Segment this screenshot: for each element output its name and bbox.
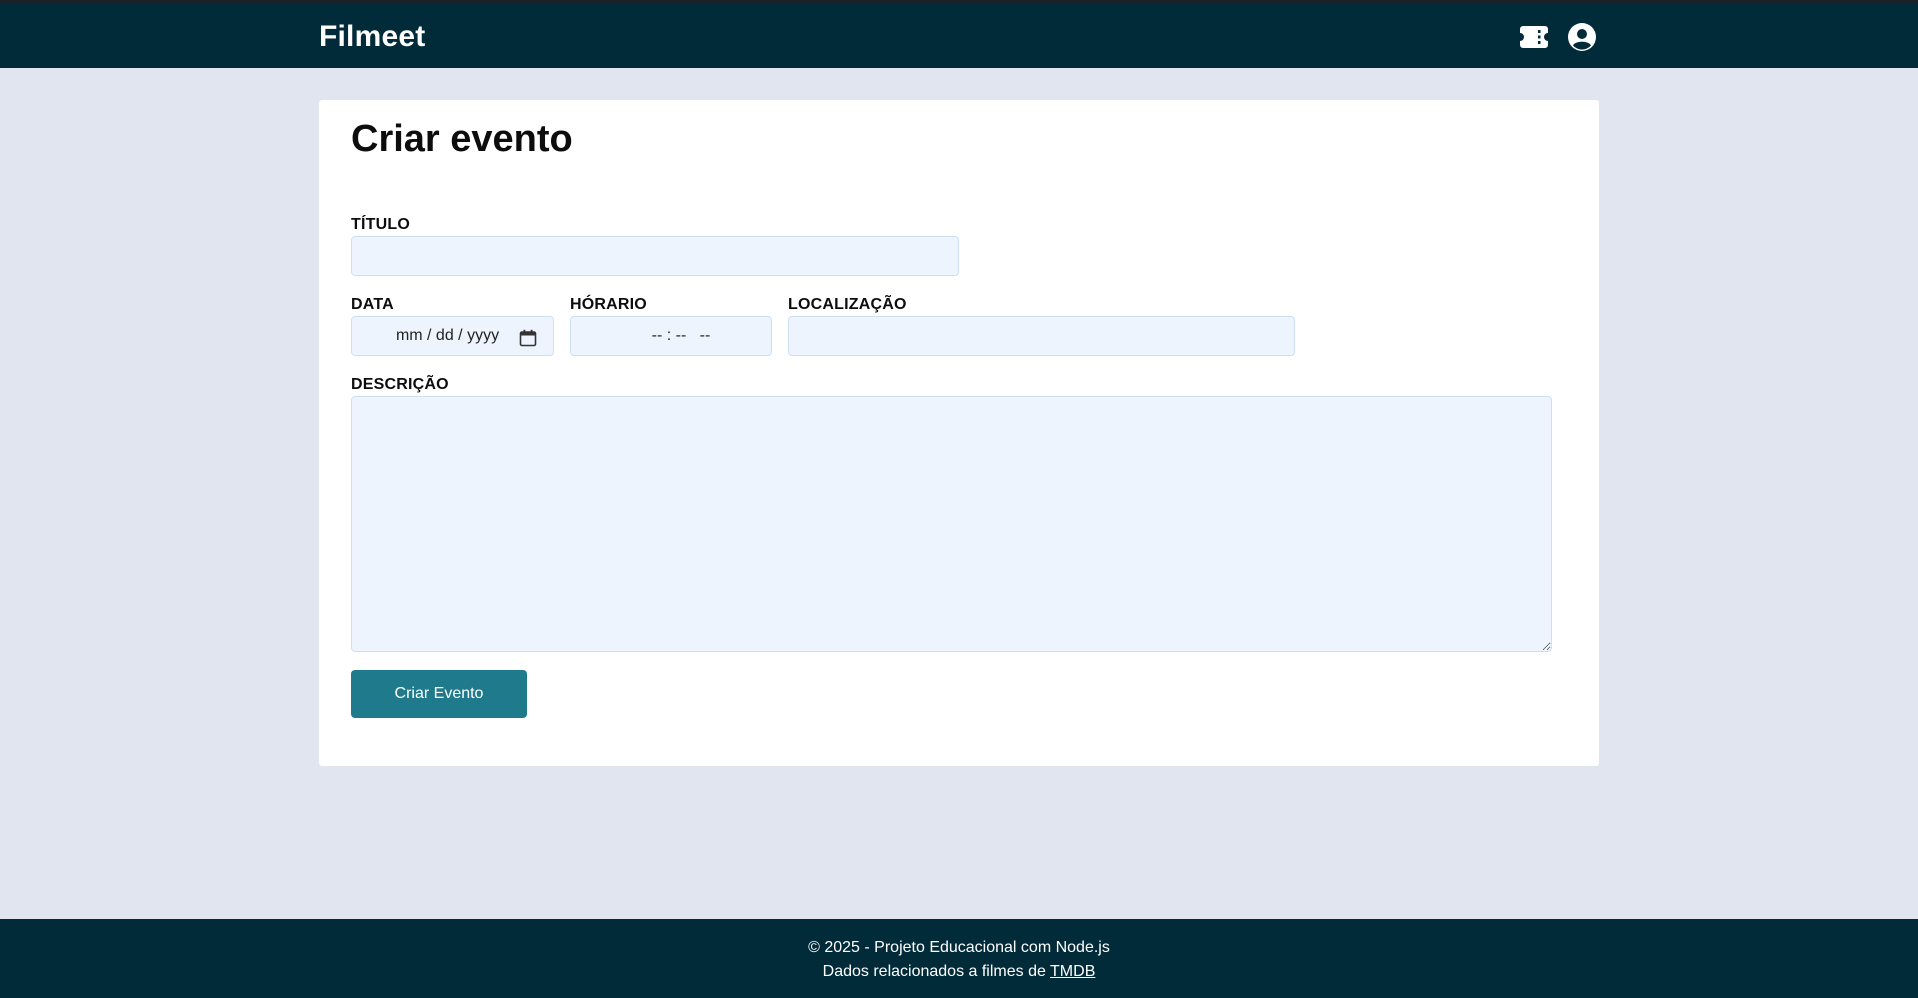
user-circle-icon[interactable] [1567,22,1597,52]
footer: © 2025 - Projeto Educacional com Node.js… [0,919,1918,998]
data-label: DATA [351,296,394,313]
footer-copyright: © 2025 - Projeto Educacional com Node.js [808,939,1110,956]
top-navbar: Filmeet [0,0,1918,68]
page-title: Criar evento [351,118,573,160]
date-placeholder: mm / dd / yyyy [395,327,500,344]
create-event-card: Criar evento TÍTULO DATA mm / dd / yyyy … [319,100,1599,766]
localizacao-input[interactable] [788,316,1295,356]
titulo-label: TÍTULO [351,216,410,233]
criar-evento-button[interactable]: Criar Evento [351,670,527,718]
footer-credits-text: Dados relacionados a filmes de [822,963,1051,980]
localizacao-label: LOCALIZAÇÃO [788,296,907,313]
descricao-textarea[interactable] [351,396,1552,652]
date-input[interactable]: mm / dd / yyyy [351,316,554,356]
time-input[interactable]: -- : -- -- [570,316,772,356]
horario-label: HÓRARIO [570,296,647,313]
descricao-label: DESCRIÇÃO [351,376,449,393]
tmdb-link[interactable]: TMDB [1050,963,1095,980]
calendar-icon[interactable] [519,329,537,347]
titulo-input[interactable] [351,236,959,276]
ticket-icon[interactable] [1519,22,1549,52]
footer-credits: Dados relacionados a filmes de TMDB [0,963,1918,981]
time-placeholder: -- : -- -- [651,327,711,344]
brand-logo[interactable]: Filmeet [319,20,425,54]
